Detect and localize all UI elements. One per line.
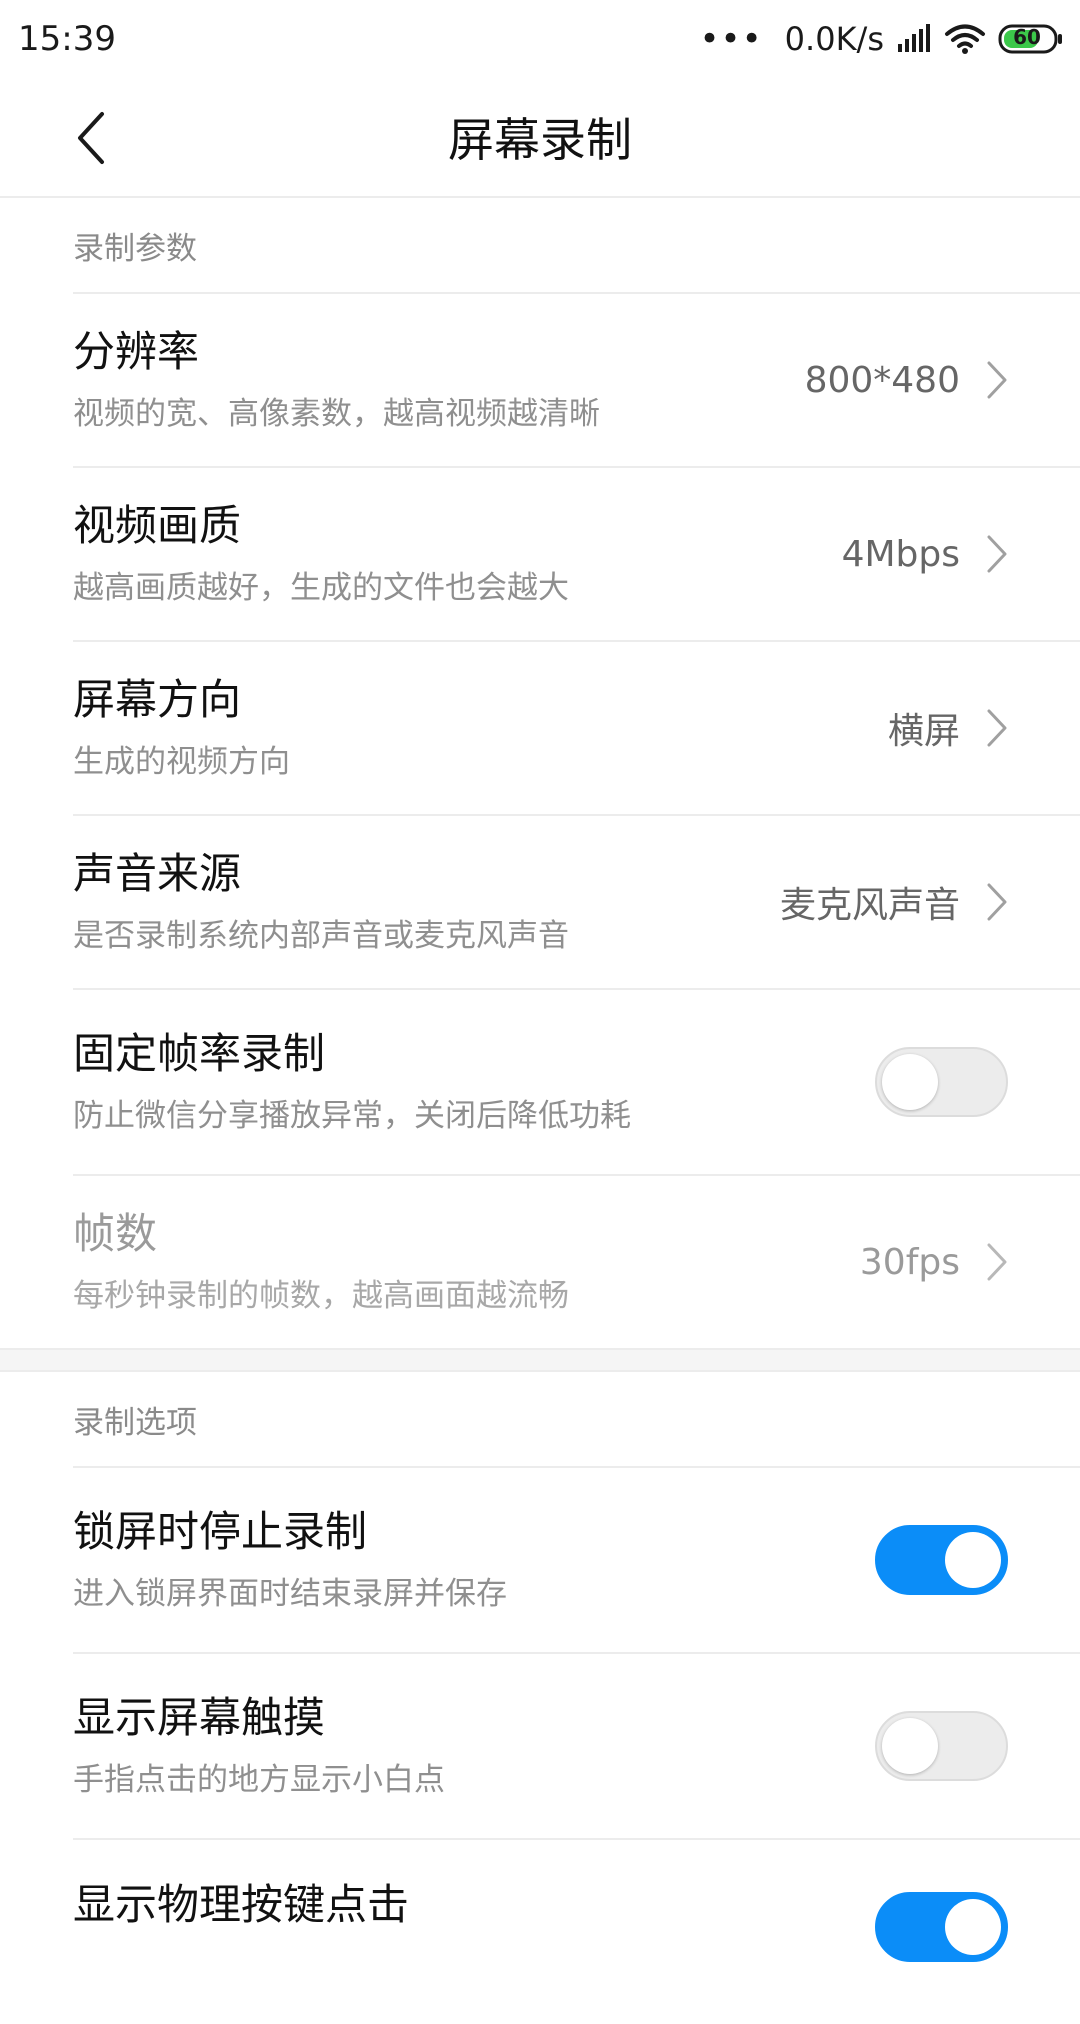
setting-subtitle: 生成的视频方向 [73, 743, 290, 780]
setting-video-quality[interactable]: 视频画质 越高画质越好，生成的文件也会越大 4Mbps [73, 466, 1080, 640]
signal-icon [896, 24, 932, 54]
wifi-icon [944, 23, 986, 55]
status-time: 15:39 [18, 19, 116, 59]
status-icons: ••• 0.0K/s 60 [700, 20, 1065, 58]
setting-frame-rate: 帧数 每秒钟录制的帧数，越高画面越流畅 30fps [73, 1174, 1080, 1348]
setting-subtitle: 视频的宽、高像素数，越高视频越清晰 [73, 395, 600, 432]
chevron-right-icon [987, 883, 1007, 921]
setting-value: 麦克风声音 [779, 885, 960, 926]
toggle-knob [882, 1054, 938, 1110]
setting-subtitle: 越高画质越好，生成的文件也会越大 [73, 569, 569, 606]
chevron-right-icon [987, 535, 1007, 573]
setting-value: 800*480 [804, 359, 960, 401]
setting-title: 显示物理按键点击 [73, 1880, 410, 1929]
chevron-left-icon [78, 112, 104, 164]
setting-stop-on-lock: 锁屏时停止录制 进入锁屏界面时结束录屏并保存 [73, 1466, 1080, 1652]
network-speed: 0.0K/s [784, 20, 884, 58]
chevron-right-icon [987, 709, 1007, 747]
setting-title: 固定帧率录制 [73, 1029, 326, 1079]
setting-show-touches: 显示屏幕触摸 手指点击的地方显示小白点 [73, 1652, 1080, 1838]
show-key-press-toggle[interactable] [875, 1892, 1008, 1962]
setting-subtitle: 每秒钟录制的帧数，越高画面越流畅 [73, 1277, 569, 1314]
section-header-options: 录制选项 [73, 1404, 197, 1441]
setting-subtitle: 进入锁屏界面时结束录屏并保存 [73, 1575, 507, 1612]
battery-icon: 60 [998, 23, 1064, 55]
setting-show-key-press: 显示物理按键点击 [73, 1838, 1080, 2024]
setting-title: 帧数 [73, 1209, 158, 1259]
setting-title: 锁屏时停止录制 [73, 1507, 368, 1557]
setting-subtitle: 是否录制系统内部声音或麦克风声音 [73, 917, 569, 954]
fixed-fps-toggle[interactable] [875, 1047, 1008, 1117]
battery-level: 60 [1013, 25, 1041, 49]
chevron-right-icon [987, 1243, 1007, 1281]
setting-value: 4Mbps [841, 533, 960, 575]
setting-subtitle: 防止微信分享播放异常，关闭后降低功耗 [73, 1097, 631, 1134]
setting-value: 30fps [859, 1241, 960, 1283]
toggle-knob [945, 1899, 1001, 1955]
setting-orientation[interactable]: 屏幕方向 生成的视频方向 横屏 [73, 640, 1080, 814]
title-bar: 屏幕录制 [0, 78, 1080, 198]
setting-subtitle: 手指点击的地方显示小白点 [73, 1761, 445, 1798]
setting-resolution[interactable]: 分辨率 视频的宽、高像素数，越高视频越清晰 800*480 [73, 292, 1080, 466]
setting-title: 显示屏幕触摸 [73, 1693, 326, 1743]
setting-audio-source[interactable]: 声音来源 是否录制系统内部声音或麦克风声音 麦克风声音 [73, 814, 1080, 988]
setting-title: 视频画质 [73, 501, 242, 551]
setting-fixed-fps: 固定帧率录制 防止微信分享播放异常，关闭后降低功耗 [73, 988, 1080, 1174]
show-touches-toggle[interactable] [875, 1711, 1008, 1781]
toggle-knob [882, 1718, 938, 1774]
settings-list: 录制参数 分辨率 视频的宽、高像素数，越高视频越清晰 800*480 视频画质 … [0, 198, 1080, 2024]
toggle-knob [945, 1532, 1001, 1588]
status-bar: 15:39 ••• 0.0K/s 60 [0, 0, 1080, 78]
setting-title: 分辨率 [73, 327, 200, 377]
setting-title: 声音来源 [73, 849, 242, 899]
page-title: 屏幕录制 [448, 113, 632, 167]
stop-on-lock-toggle[interactable] [875, 1525, 1008, 1595]
setting-value: 横屏 [887, 711, 960, 752]
notification-dots-icon: ••• [699, 19, 763, 59]
chevron-right-icon [987, 361, 1007, 399]
setting-title: 屏幕方向 [73, 675, 242, 725]
back-button[interactable] [50, 98, 130, 178]
section-divider [0, 1348, 1080, 1372]
section-header-params: 录制参数 [73, 230, 197, 267]
